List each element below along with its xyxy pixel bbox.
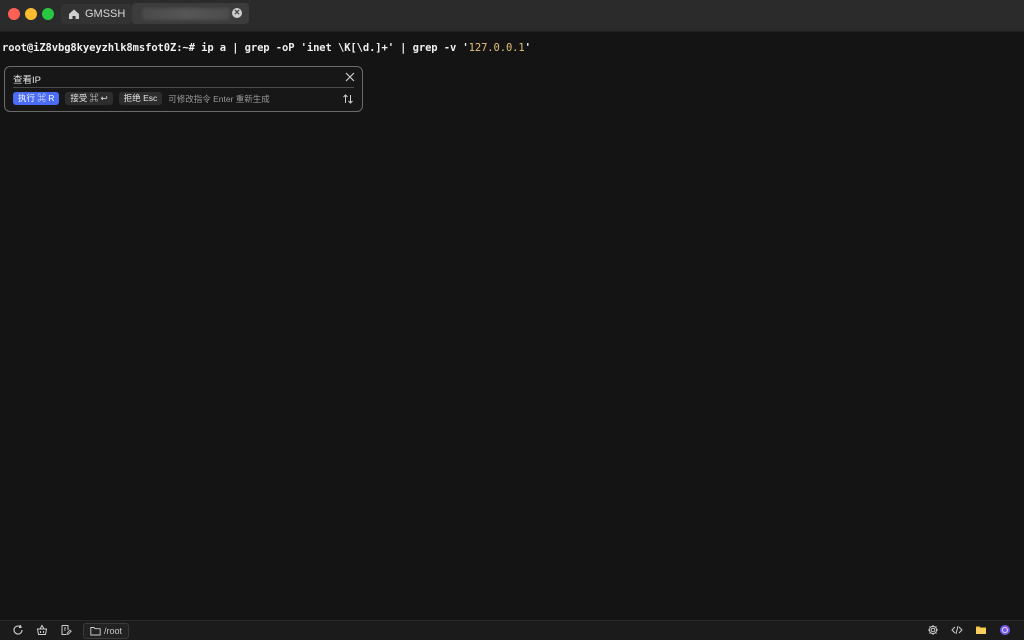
ai-hint-text: 可修改指令 Enter 重新生成: [168, 93, 270, 104]
ai-command-panel: 查看IP 执行 ⌘ R 接受 ⌘ ↩ 拒绝 Esc 可修改指令 Enter 重新…: [4, 66, 363, 112]
command-line: root@iZ8vbg8kyeyzhlk8msfot0Z:~# ip a | g…: [2, 42, 531, 54]
close-icon[interactable]: ✕: [232, 8, 242, 18]
current-path-label: /root: [104, 626, 123, 636]
refresh-icon[interactable]: [12, 624, 24, 636]
shell-prompt: root@iZ8vbg8kyeyzhlk8msfot0Z:~#: [2, 42, 202, 54]
ai-prompt-input[interactable]: 查看IP: [13, 72, 41, 86]
terminal-area[interactable]: root@iZ8vbg8kyeyzhlk8msfot0Z:~# ip a | g…: [0, 32, 1024, 620]
folder-icon: [90, 627, 101, 636]
code-icon[interactable]: [951, 624, 963, 636]
blurred-host-label: [142, 8, 230, 20]
window-close-button[interactable]: [8, 8, 20, 20]
edit-file-icon[interactable]: [60, 624, 72, 636]
basket-icon[interactable]: [36, 624, 48, 636]
window-minimize-button[interactable]: [25, 8, 37, 20]
current-path[interactable]: /root: [83, 623, 130, 639]
command-quote: ': [524, 42, 531, 54]
tab-home[interactable]: GMSSH: [61, 4, 133, 24]
ai-action-row: 执行 ⌘ R 接受 ⌘ ↩ 拒绝 Esc 可修改指令 Enter 重新生成: [13, 92, 270, 105]
home-icon: [69, 9, 79, 19]
app-logo-icon[interactable]: [999, 624, 1011, 636]
command-text: ip a | grep -oP 'inet \K[\d.]+' | grep -…: [201, 42, 469, 54]
divider: [13, 87, 354, 88]
tab-session[interactable]: ✕: [132, 3, 249, 24]
status-bar: /root: [0, 620, 1024, 640]
close-icon[interactable]: [345, 72, 355, 82]
tab-home-label: GMSSH: [85, 8, 126, 20]
accept-button[interactable]: 接受 ⌘ ↩: [65, 92, 113, 105]
title-bar: GMSSH ✕: [0, 0, 1024, 32]
reject-button[interactable]: 拒绝 Esc: [118, 92, 163, 105]
yellow-folder-icon[interactable]: [975, 624, 987, 636]
execute-button[interactable]: 执行 ⌘ R: [13, 92, 60, 105]
command-ip-string: 127.0.0.1: [468, 42, 525, 54]
gear-icon[interactable]: [927, 624, 939, 636]
window-zoom-button[interactable]: [42, 8, 54, 20]
sort-icon[interactable]: [342, 93, 354, 105]
